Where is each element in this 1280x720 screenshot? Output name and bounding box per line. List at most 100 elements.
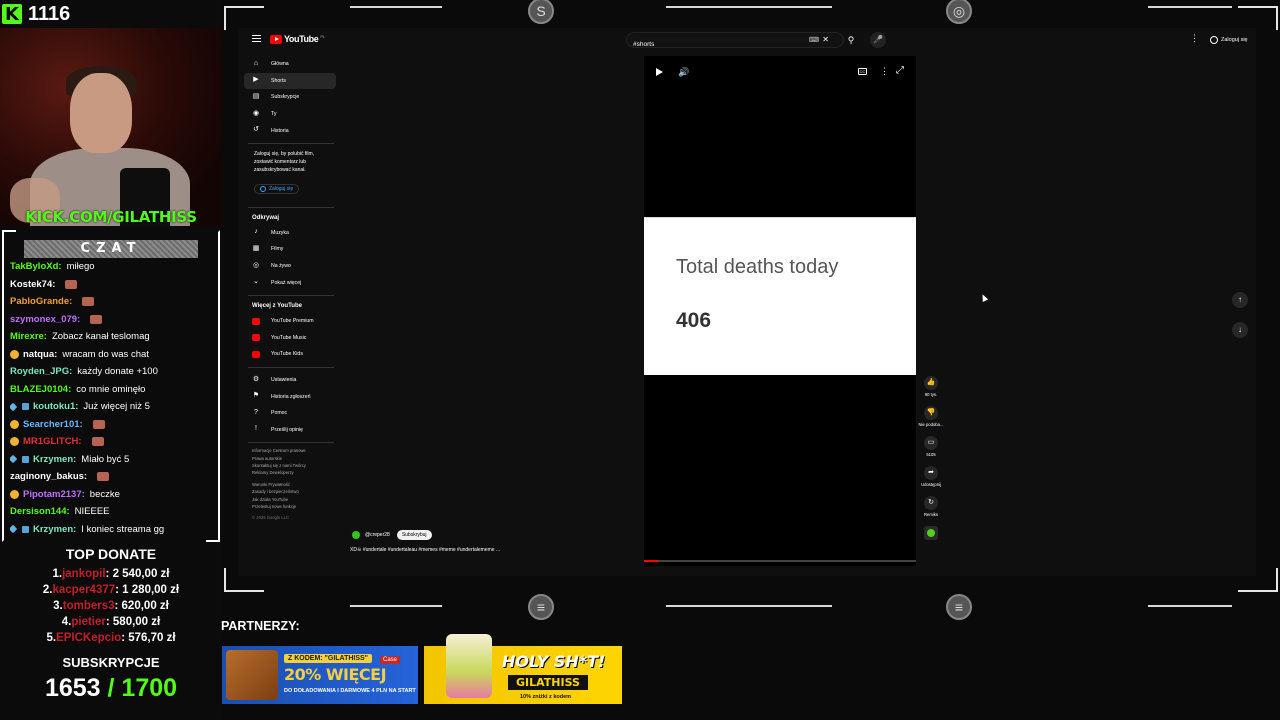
- search-input[interactable]: [627, 37, 777, 52]
- sidebar-item-główna[interactable]: ⌂ Główna: [244, 56, 336, 73]
- action-0[interactable]: 👍 90 tys.: [918, 376, 944, 397]
- donation-amount: : 2 540,00 zł: [105, 568, 170, 580]
- chat-text: miłego: [66, 261, 95, 272]
- volume-icon[interactable]: 🔊: [678, 67, 689, 78]
- remix-sound-avatar[interactable]: [924, 526, 938, 540]
- clear-search-icon[interactable]: ✕: [822, 35, 829, 44]
- captions-icon[interactable]: CC: [858, 68, 867, 75]
- footer-link-line[interactable]: Reklamy Deweloperzy: [252, 469, 336, 476]
- action-label: 5105: [926, 452, 936, 457]
- chat-text: I koniec streama gg: [81, 523, 165, 535]
- fullscreen-icon[interactable]: ⤢: [896, 65, 904, 76]
- sidebar-item-youtube-premium[interactable]: YouTube Premium: [244, 313, 336, 330]
- action-icon[interactable]: ▭: [924, 436, 938, 450]
- subs-counter: 1653 / 1700: [0, 674, 222, 702]
- donation-amount: : 1 280,00 zł: [115, 584, 180, 596]
- sidebar-item-muzyka[interactable]: ♪ Muzyka: [244, 225, 336, 242]
- sidebar-item-historia[interactable]: ↺ Historia: [244, 122, 336, 139]
- donation-name: EPICKepcio: [56, 632, 122, 644]
- chat-message: Royden_JPG: każdy donate +100: [10, 363, 216, 381]
- youtube-app-icon: [252, 334, 260, 342]
- microphone-icon[interactable]: 🎤: [870, 32, 886, 48]
- action-label: Remiks: [924, 512, 938, 517]
- subscribe-button[interactable]: Subskrybuj: [396, 530, 432, 540]
- sidebar-item-ustawienia[interactable]: ⚙ Ustawienia: [244, 372, 336, 389]
- donation-rank: 4.: [61, 616, 72, 628]
- arrow-up-icon[interactable]: ↑: [1232, 292, 1248, 308]
- footer-link-line[interactable]: Przetestuj nowe funkcje: [252, 503, 336, 510]
- chat-username: Krzymen:: [33, 523, 77, 535]
- top-donate-title: TOP DONATE: [65, 546, 157, 562]
- sidebar-item-shorts[interactable]: ▶ Shorts: [244, 72, 336, 90]
- coin-badge-icon: [10, 489, 19, 499]
- sub-badge-icon: [22, 525, 29, 533]
- sidebar-item-pomoc[interactable]: ? Pomoc: [244, 405, 336, 422]
- banner2-headline: HOLY SH*T!: [502, 652, 606, 671]
- signin-button[interactable]: Zaloguj się: [1206, 32, 1252, 48]
- sidebar-item-youtube-music[interactable]: YouTube Music: [244, 330, 336, 347]
- donation-name: pietier: [71, 616, 106, 628]
- sidebar-item-ty[interactable]: ◉ Ty: [244, 106, 336, 123]
- player-more-icon[interactable]: ⋮: [880, 66, 889, 77]
- more-options-icon[interactable]: ⋮: [1190, 33, 1199, 44]
- chat-message: Krzymen: Miało być 5: [10, 451, 216, 469]
- subs-title: SUBSKRYPCJE: [62, 655, 160, 670]
- footer-link-line[interactable]: Prawa autorskie: [252, 455, 336, 462]
- search-icon[interactable]: ⚲: [843, 32, 859, 48]
- sidebar-item-na-żywo[interactable]: ◎ Na żywo: [244, 258, 336, 275]
- sidebar-login-button[interactable]: Zaloguj się: [254, 183, 300, 194]
- chat-username: MR1GLITCH:: [23, 436, 82, 447]
- video-description[interactable]: XD☠ #undertale #undertaleau #memes #meme…: [350, 547, 500, 553]
- shorts-navigation: ↑ ↓: [1232, 292, 1248, 352]
- sidebar-item-prześlij-opinię[interactable]: ! Prześlij opinię: [244, 422, 336, 439]
- action-3[interactable]: ➦ Udostępnij: [918, 466, 944, 487]
- chat-message: zaginony_bakus:: [10, 468, 216, 486]
- footer-link-line[interactable]: Jak działa YouTube: [252, 496, 336, 503]
- nav-icon: ▦: [252, 244, 260, 252]
- youtube-window: YouTube PL ⌨ ✕ ⚲ 🎤 ⋮ Zaloguj się ⌂ Główna…: [238, 28, 1256, 576]
- banner1-logo: Case: [380, 656, 401, 664]
- banner1-subtext: DO DOŁADOWANIA I DARMOWE 4 PLN NA START: [284, 688, 416, 694]
- sidebar-item-filmy[interactable]: ▦ Filmy: [244, 241, 336, 258]
- sidebar-item-pokaż-więcej[interactable]: ⌄ Pokaż więcej: [244, 274, 336, 291]
- action-2[interactable]: ▭ 5105: [918, 436, 944, 457]
- donation-list: 1.jankopil: 2 540,00 zł 2.kacper4377: 1 2…: [0, 566, 222, 646]
- sidebar-item-label: Ustawienia: [271, 377, 297, 384]
- progress-bar[interactable]: [644, 560, 916, 562]
- footer-link-line[interactable]: Zasady i bezpieczeństwo: [252, 488, 336, 495]
- footer-link-line[interactable]: Informacje Centrum prasowe: [252, 447, 336, 454]
- card-value: 406: [676, 309, 712, 332]
- youtube-logo[interactable]: YouTube PL: [270, 34, 325, 44]
- footer-link-line[interactable]: Warunki Prywatność: [252, 481, 336, 488]
- action-icon[interactable]: ↻: [924, 496, 938, 510]
- chat-text: wracam do was chat: [62, 348, 149, 360]
- video-frame-card: Total deaths today 406: [644, 217, 916, 375]
- sidebar-item-subskrypcje[interactable]: ▤ Subskrypcje: [244, 89, 336, 106]
- banner1-code: Z KODEM: "GILATHISS": [284, 654, 373, 663]
- hamburger-menu-icon[interactable]: [252, 35, 261, 42]
- play-icon[interactable]: [656, 68, 663, 76]
- channel-avatar[interactable]: [350, 529, 362, 541]
- emote-icon: [90, 314, 103, 324]
- arrow-down-icon[interactable]: ↓: [1232, 322, 1248, 338]
- keyboard-icon[interactable]: ⌨: [809, 36, 819, 44]
- shorts-actions: 👍 90 tys. 👎 Nie podoba... ▭ 5105 ➦ Udostępnij ↻ R…: [918, 376, 944, 540]
- progress-fill: [644, 560, 658, 562]
- sidebar-item-label: Ty: [271, 111, 277, 118]
- action-icon[interactable]: 👍: [924, 376, 938, 390]
- footer-links: Informacje Centrum prasowe Prawa autorski…: [244, 447, 336, 510]
- action-1[interactable]: 👎 Nie podoba...: [918, 406, 944, 427]
- sidebar-item-label: Pomoc: [271, 410, 288, 417]
- explore-title: Odkrywaj: [252, 214, 280, 221]
- action-icon[interactable]: ➦: [924, 466, 938, 480]
- chat-username: Dersison144:: [10, 506, 70, 517]
- shorts-player[interactable]: 🔊 CC ⋮ ⤢ Total deaths today 406: [644, 56, 916, 566]
- donation-rank: 1.: [52, 568, 63, 580]
- chat-text: Zobacz kanał teslomag: [51, 331, 150, 342]
- action-4[interactable]: ↻ Remiks: [918, 496, 944, 517]
- sidebar-item-youtube-kids[interactable]: YouTube Kids: [244, 346, 336, 363]
- footer-link-line[interactable]: Skontaktuj się z nami Twórcy: [252, 462, 336, 469]
- sidebar-item-historia-zgłoszeń[interactable]: ⚑ Historia zgłoszeń: [244, 388, 336, 405]
- action-icon[interactable]: 👎: [924, 406, 938, 420]
- channel-name[interactable]: @creper28: [365, 532, 390, 538]
